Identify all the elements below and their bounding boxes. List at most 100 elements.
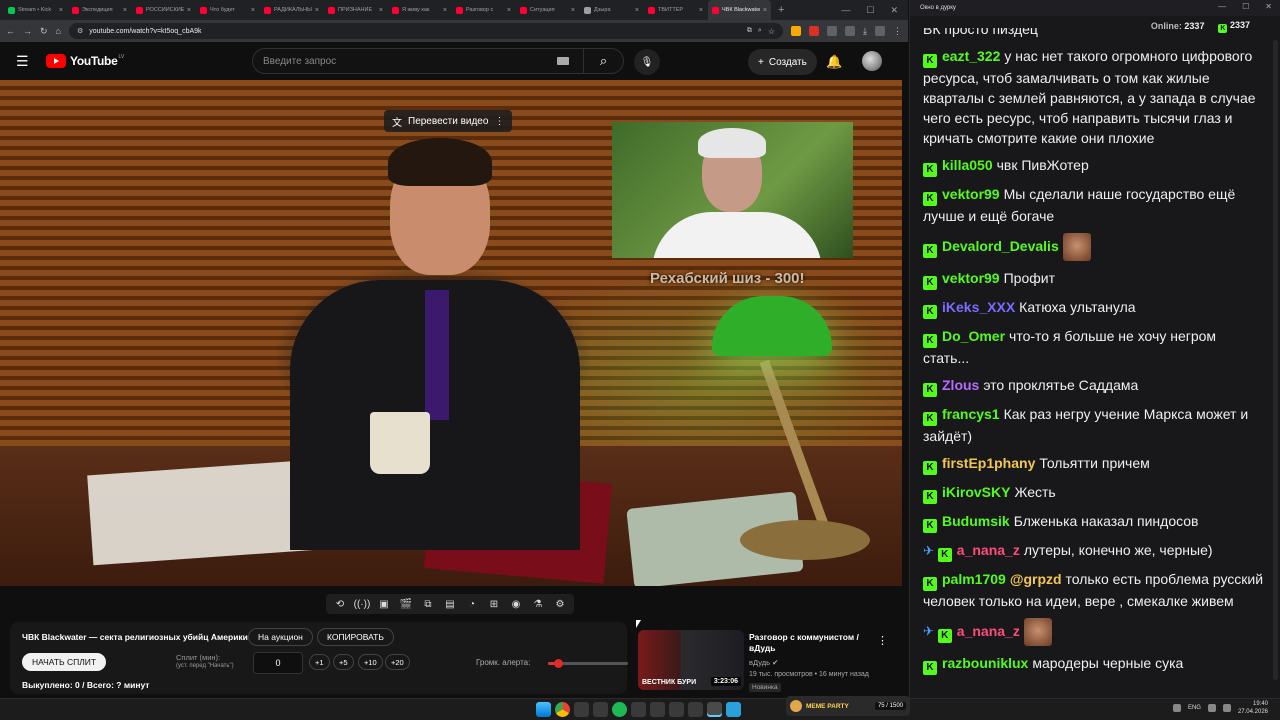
back-icon[interactable]: ← [6,26,15,36]
tab-close-icon[interactable]: × [443,7,447,14]
chat-username[interactable]: vektor99 [942,270,1000,286]
chat-mention[interactable]: @grpzd [1010,571,1062,587]
browser-tab[interactable]: ПРИЗНАНИЕ × [324,0,387,20]
browser-tab[interactable]: ЧВК Blackwater × [708,0,771,20]
increment-button[interactable]: +1 [309,654,330,670]
hamburger-menu-icon[interactable]: ☰ [16,53,36,70]
settings-video-icon[interactable]: ▣ [374,596,394,612]
loop-icon[interactable]: ⟲ [330,596,350,612]
chat-username[interactable]: vektor99 [942,186,1000,202]
chat-username[interactable]: firstEp1phany [942,455,1035,471]
notifications-bell-icon[interactable]: 🔔 [826,54,842,70]
tab-close-icon[interactable]: × [699,7,703,14]
steam-icon[interactable] [593,702,608,717]
chat-username[interactable]: palm1709 [942,571,1006,587]
chrome-icon[interactable] [555,702,570,717]
extensions-puzzle-icon[interactable] [845,26,856,36]
browser-tab[interactable]: Что будет × [196,0,259,20]
gear-icon[interactable]: ⚙ [550,596,570,612]
tab-close-icon[interactable]: × [123,7,127,14]
browser-tab[interactable]: Дзыра × [580,0,643,20]
channel-name[interactable]: вДудь ✔ [749,658,778,667]
keyboard-icon[interactable] [557,57,569,65]
add-clip-icon[interactable]: ⊞ [484,596,504,612]
filmstrip-icon[interactable]: ▤ [440,596,460,612]
chat-username[interactable]: iKirovSKY [942,484,1010,500]
start-split-button[interactable]: НАЧАТЬ СПЛИТ [22,653,107,671]
app-icon[interactable] [574,702,589,717]
browser-tab[interactable]: ТВИТТЕР × [644,0,707,20]
chat-scrollbar[interactable] [1273,40,1278,680]
avatar[interactable] [862,51,882,71]
menu-dots-icon[interactable]: ⋮ [893,26,902,37]
translate-page-icon[interactable]: ⧉ [747,27,752,35]
meme-party-widget[interactable]: MEME PARTY 75 / 1500 [786,696,910,716]
chat-username[interactable]: killa050 [942,157,993,173]
tab-close-icon[interactable]: × [571,7,575,14]
start-icon[interactable] [536,702,551,717]
browser-tab[interactable]: Экспедиция × [68,0,131,20]
close-icon[interactable]: ✕ [890,5,898,16]
tab-close-icon[interactable]: × [187,7,191,14]
recommended-video[interactable]: ВЕСТНИК БУРИ 3:23:06 Разговор с коммунис… [638,628,900,694]
maximize-icon[interactable]: ☐ [866,5,874,16]
url-text[interactable]: youtube.com/watch?v=kt5oq_cbA9k [89,28,741,35]
more-vert-icon[interactable]: ⋮ [494,116,504,127]
chat-username[interactable]: Zlous [942,377,979,393]
omnibox[interactable]: ⚙ youtube.com/watch?v=kt5oq_cbA9k ⧉ ⌕ ☆ [68,23,784,39]
clapper-icon[interactable]: 🎬 [396,596,416,612]
extension-icon[interactable] [809,26,820,36]
split-minutes-input[interactable] [253,652,303,674]
tab-close-icon[interactable]: × [763,7,767,14]
chat-username[interactable]: a_nana_z [957,542,1020,558]
language-indicator[interactable]: ENG [1188,705,1201,711]
chat-username[interactable]: Devalord_Devalis [942,238,1059,254]
extension-icon[interactable] [827,26,838,36]
chat-username[interactable]: Do_Omer [942,328,1005,344]
new-tab-icon[interactable]: + [772,0,790,20]
more-vert-icon[interactable]: ⋮ [877,634,888,647]
slider-knob[interactable] [553,659,563,668]
volume-icon[interactable] [1222,704,1231,712]
telegram-icon[interactable] [726,702,741,717]
app-icon[interactable] [707,702,722,717]
chat-username[interactable]: eazt_322 [942,48,1000,64]
video-thumbnail[interactable]: ВЕСТНИК БУРИ 3:23:06 [638,630,744,690]
app-icon[interactable] [669,702,684,717]
browser-tab[interactable]: Я живу как × [388,0,451,20]
download-icon[interactable]: ⤓ [863,26,867,37]
app-icon[interactable] [688,702,703,717]
chat-username[interactable]: razbouniklux [942,655,1028,671]
translate-video-button[interactable]: 文 Перевести видео ⋮ [384,110,513,132]
obs-icon[interactable] [631,702,646,717]
close-icon[interactable]: ✕ [1265,2,1272,11]
extension-icon[interactable] [791,26,802,36]
minimize-icon[interactable]: — [1218,2,1226,11]
tray-chevron-icon[interactable] [1172,704,1181,712]
maximize-icon[interactable]: ☐ [1242,2,1249,11]
tab-close-icon[interactable]: × [251,7,255,14]
browser-tab[interactable]: РАДИКАЛЬНЫЕ × [260,0,323,20]
flask-icon[interactable]: ⚗ [528,596,548,612]
home-icon[interactable]: ⌂ [56,26,61,36]
browser-tab[interactable]: Разговор с × [452,0,515,20]
create-button[interactable]: + Создать [748,49,817,75]
broadcast-icon[interactable]: ((·)) [352,596,372,612]
chat-username[interactable]: a_nana_z [957,623,1020,639]
pip-icon[interactable]: ⧉ [418,596,438,612]
profile-icon[interactable] [875,26,885,36]
search-button[interactable]: ⌕ [583,49,623,73]
site-info-icon[interactable]: ⚙ [77,27,83,35]
auction-button[interactable]: На аукцион [248,628,313,646]
chat-username[interactable]: francys1 [942,406,1000,422]
browser-tab[interactable]: РОССИЙСКИЕ × [132,0,195,20]
voice-search-button[interactable]: 🎙 [634,49,660,75]
speed-icon[interactable]: ◔ [462,596,482,612]
tab-close-icon[interactable]: × [635,7,639,14]
alert-volume-slider[interactable] [548,659,628,668]
minimize-icon[interactable]: — [841,5,850,15]
browser-tab[interactable]: Ситуация × [516,0,579,20]
video-player[interactable]: Рехабский шиз - 300! 文 Перевести видео ⋮ [0,80,902,586]
increment-button[interactable]: +5 [333,654,354,670]
chat-messages[interactable]: ВК просто пиздец Keazt_322 у нас нет тако… [910,28,1272,696]
